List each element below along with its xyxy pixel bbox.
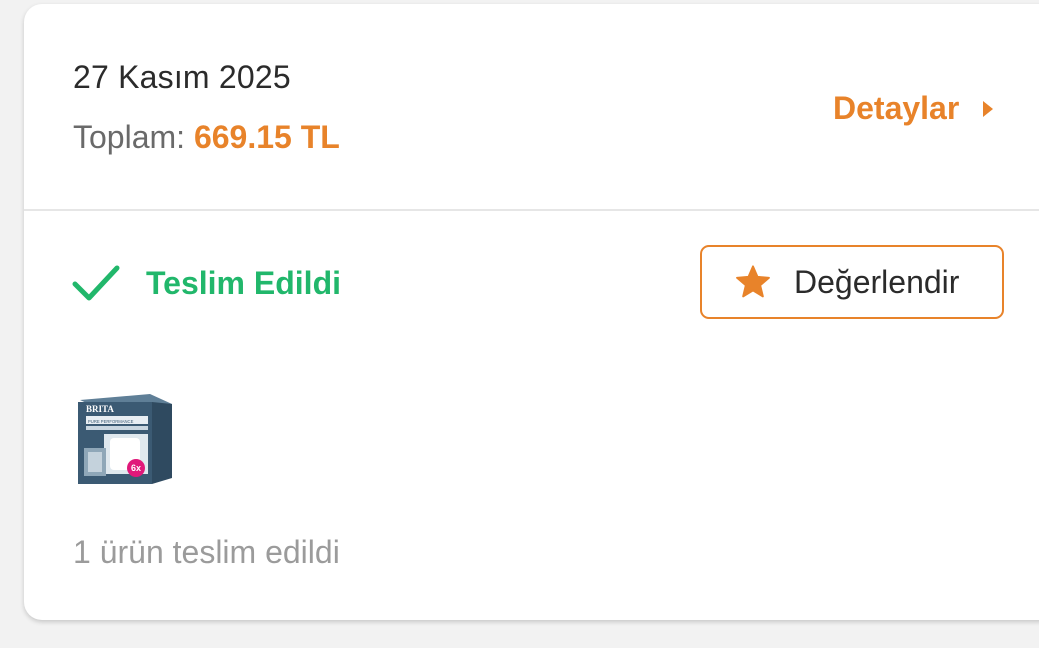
divider (24, 209, 1039, 211)
details-link[interactable]: Detaylar (833, 90, 994, 127)
check-icon (72, 265, 120, 301)
delivered-summary: 1 ürün teslim edildi (73, 534, 340, 570)
product-badge: 6x (131, 463, 141, 473)
total-label: Toplam: (73, 119, 186, 155)
rate-button[interactable]: Değerlendir (700, 245, 1004, 319)
caret-right-icon (983, 100, 994, 117)
product-brand: BRITA (86, 404, 114, 414)
order-card: 27 Kasım 2025 Toplam: 669.15 TL Detaylar… (24, 4, 1039, 620)
delivery-status: Teslim Edildi (72, 264, 341, 302)
total-value: 669.15 TL (193, 119, 340, 155)
order-date: 27 Kasım 2025 (73, 59, 291, 95)
rate-label: Değerlendir (794, 263, 960, 300)
order-total: Toplam: 669.15 TL (73, 119, 340, 156)
order-summary: 27 Kasım 2025 Toplam: 669.15 TL Detaylar (24, 4, 1039, 209)
product-image[interactable]: 6x BRITA PURE PERFORMANCE (74, 390, 174, 486)
product-subtitle: PURE PERFORMANCE (88, 419, 134, 424)
details-label: Detaylar (833, 90, 960, 126)
star-icon (734, 264, 772, 300)
status-text: Teslim Edildi (146, 264, 341, 301)
